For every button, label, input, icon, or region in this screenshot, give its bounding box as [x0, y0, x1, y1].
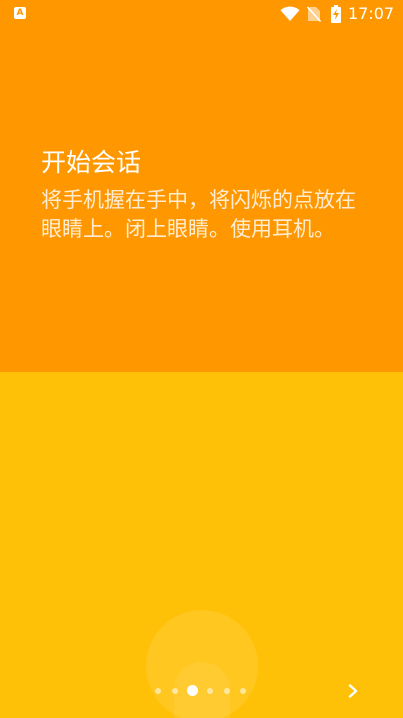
page-dot-2[interactable]: [172, 688, 178, 694]
status-bar: A 17:07: [0, 0, 403, 28]
bottom-panel: [0, 372, 403, 718]
a-box-icon: A: [14, 7, 26, 19]
person-illustration: [146, 610, 258, 718]
page-dot-6[interactable]: [240, 688, 246, 694]
wifi-icon: [280, 6, 300, 21]
status-time: 17:07: [348, 4, 395, 23]
page-dot-1[interactable]: [155, 688, 161, 694]
notification-glyph: A: [16, 8, 24, 18]
next-button[interactable]: [338, 676, 368, 706]
no-sim-icon: [307, 6, 321, 22]
battery-charging-icon: [331, 5, 341, 23]
page-title: 开始会话: [41, 148, 142, 177]
page-dot-5[interactable]: [224, 688, 230, 694]
page-description: 将手机握在手中，将闪烁的点放在眼睛上。闭上眼睛。使用耳机。: [41, 188, 356, 241]
page-dot-4[interactable]: [207, 688, 213, 694]
page-indicator: [155, 684, 250, 698]
page-dot-3-active[interactable]: [187, 685, 198, 696]
chevron-right-icon: [348, 684, 358, 698]
